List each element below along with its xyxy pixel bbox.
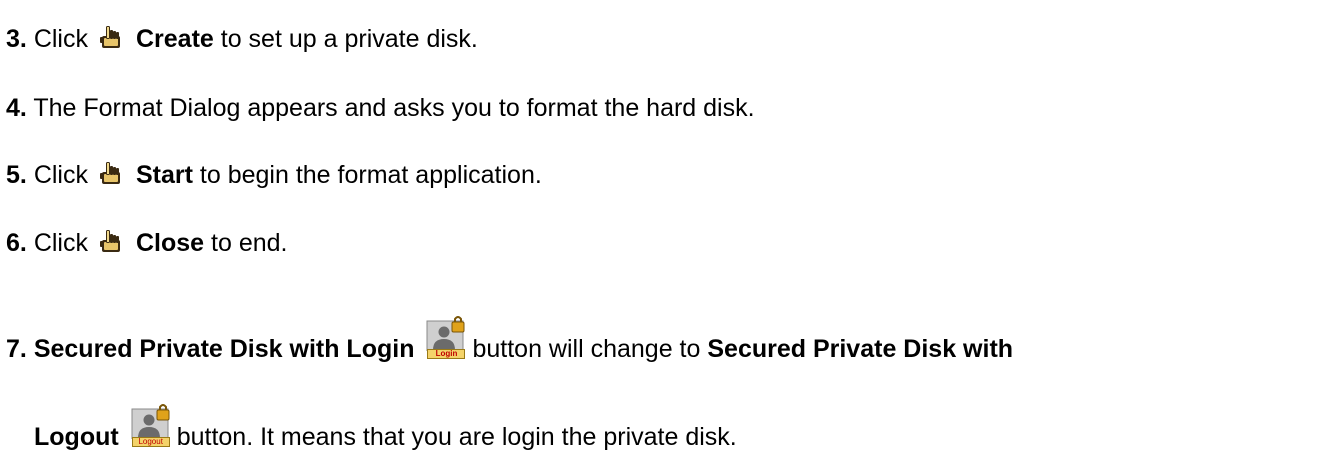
login-tag: Login xyxy=(427,349,466,359)
step-3: 3. Click Create to set up a private disk… xyxy=(6,24,478,54)
hand-click-icon xyxy=(98,228,124,254)
step-6: 6. Click Close to end. xyxy=(6,228,287,258)
step-number: 6. xyxy=(6,229,27,257)
step-7-continued: Logout Logout button. It means that you … xyxy=(34,403,737,452)
private-disk-login-icon: Login xyxy=(426,315,466,359)
step-7: 7. Secured Private Disk with Login Login… xyxy=(6,315,1013,364)
logout-tag: Logout xyxy=(131,437,170,447)
step-5: 5. Click Start to begin the format appli… xyxy=(6,160,542,190)
action-label: Create xyxy=(135,25,214,53)
step-text: Click xyxy=(33,161,88,189)
step-number: 4. xyxy=(6,94,27,122)
step-number: 5. xyxy=(6,161,27,189)
step-text: to end. xyxy=(211,229,288,257)
step-text: button will change to xyxy=(472,335,701,363)
step-text: The Format Dialog appears and asks you t… xyxy=(33,94,755,122)
step-text: to set up a private disk. xyxy=(220,25,478,53)
action-label: Start xyxy=(135,161,193,189)
step-text: to begin the format application. xyxy=(199,161,542,189)
hand-click-icon xyxy=(98,24,124,50)
private-disk-logout-icon: Logout xyxy=(131,403,171,447)
step-text: button. It means that you are login the … xyxy=(176,423,737,451)
action-label: Close xyxy=(135,229,205,257)
step-text-bold: Secured Private Disk with xyxy=(707,335,1014,363)
step-number: 3. xyxy=(6,25,27,53)
hand-click-icon xyxy=(98,160,124,186)
step-number: 7. xyxy=(6,335,27,363)
step-text: Click xyxy=(33,25,88,53)
step-text-bold: Secured Private Disk with Login xyxy=(33,335,415,363)
step-4: 4. The Format Dialog appears and asks yo… xyxy=(6,93,755,123)
step-text: Click xyxy=(33,229,88,257)
step-text-bold: Logout xyxy=(34,423,119,451)
